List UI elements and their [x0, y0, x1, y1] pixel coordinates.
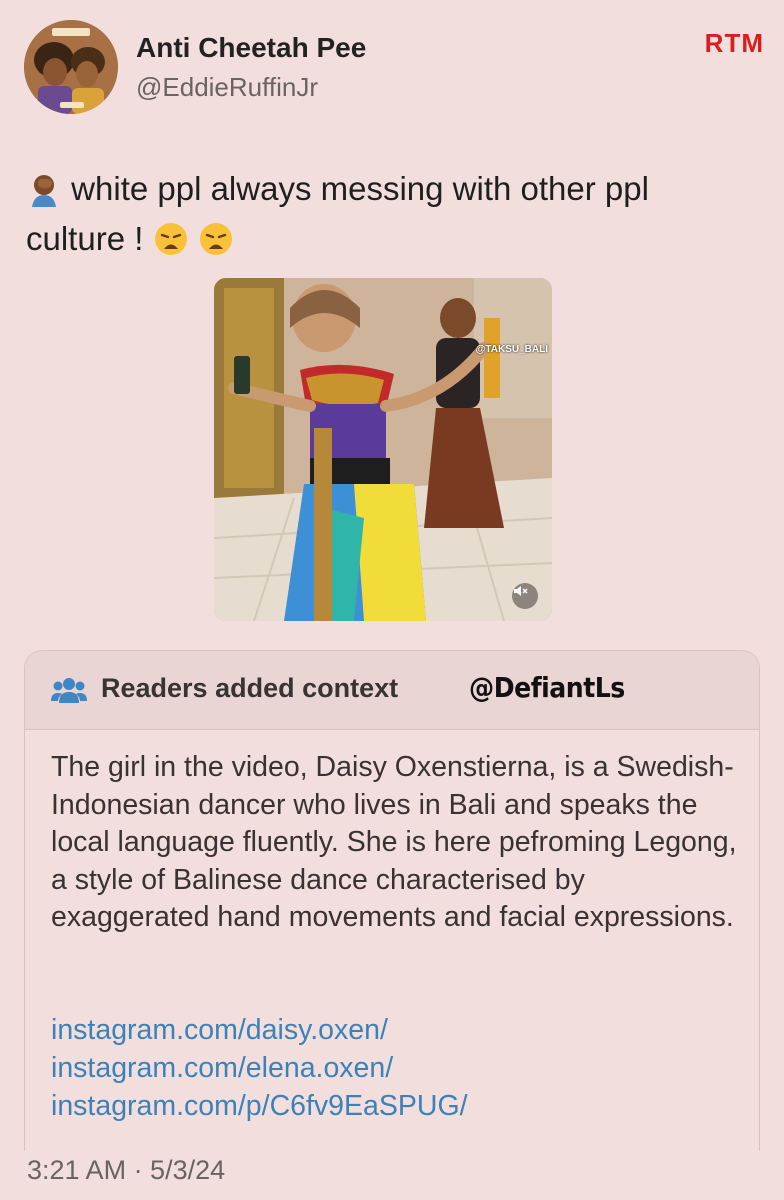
link-daisy-oxen[interactable]: instagram.com/daisy.oxen/ [51, 1011, 741, 1049]
link-instagram-post[interactable]: instagram.com/p/C6fv9EaSPUG/ [51, 1087, 741, 1125]
video-player[interactable]: @TAKSU_BALI [214, 278, 552, 621]
people-icon [51, 675, 87, 710]
source-tag: @DefiantLs [469, 671, 625, 704]
weary-face-emoji [153, 221, 189, 257]
display-name[interactable]: Anti Cheetah Pee [136, 32, 366, 64]
user-handle[interactable]: @EddieRuffinJr [136, 72, 318, 103]
avatar[interactable] [24, 20, 118, 114]
community-note-title: Readers added context [101, 673, 399, 703]
community-note-header: Readers added context @DefiantLs [25, 651, 759, 730]
tweet-timestamp[interactable]: 3:21 AM · 5/3/24 [27, 1155, 225, 1186]
tweet-text: white ppl always messing with other ppl … [26, 164, 746, 264]
link-elena-oxen[interactable]: instagram.com/elena.oxen/ [51, 1049, 741, 1087]
mute-button[interactable] [512, 583, 538, 609]
community-note-card: Readers added context @DefiantLs The gir… [24, 650, 760, 1151]
rtm-watermark: RTM [704, 28, 764, 58]
facepalm-emoji [26, 171, 62, 207]
video-watermark: @TAKSU_BALI [475, 344, 548, 355]
community-note-text: The girl in the video, Daisy Oxenstierna… [51, 751, 737, 933]
video-frame [214, 278, 552, 621]
tweet-header: Anti Cheetah Pee @EddieRuffinJr RTM [24, 20, 764, 116]
avatar-icon [24, 20, 118, 114]
speaker-muted-icon [514, 586, 528, 596]
community-note-links: instagram.com/daisy.oxen/ instagram.com/… [51, 1011, 741, 1125]
weary-face-emoji [198, 221, 234, 257]
tweet-body: white ppl always messing with other ppl … [26, 170, 649, 257]
